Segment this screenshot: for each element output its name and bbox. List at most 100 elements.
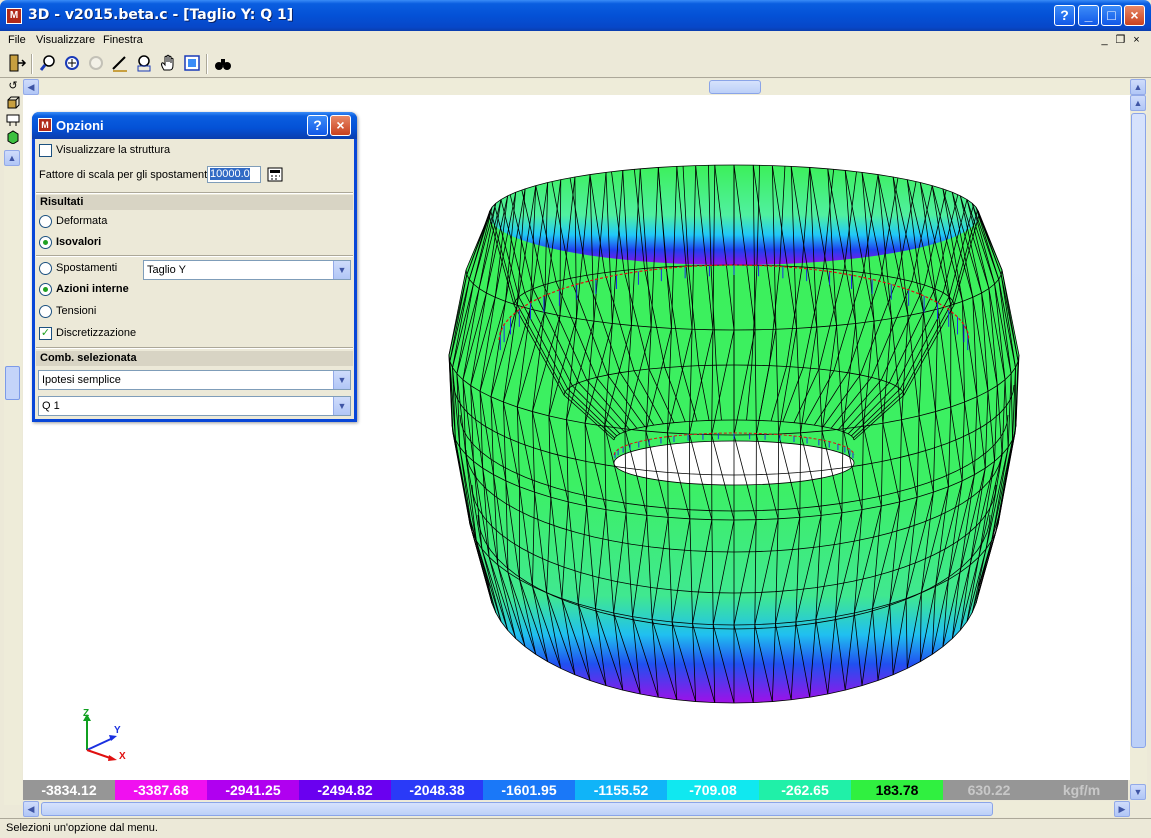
chevron-down-icon[interactable]: ▼	[333, 261, 350, 279]
legend-value: -709.08	[667, 780, 759, 800]
close-button[interactable]: ×	[1124, 5, 1145, 26]
bottom-horizontal-scrollbar[interactable]: ◀ ▶	[23, 801, 1130, 817]
color-scale-legend: -3834.12 -3387.68 -2941.25 -2494.82 -2048.38…	[23, 780, 1128, 800]
show-structure-label: Visualizzare la struttura	[56, 144, 171, 156]
menu-bar: File Visualizzare Finestra _ ❐ ×	[0, 31, 1151, 50]
combination-case-select[interactable]: Q 1 ▼	[38, 396, 351, 416]
left-scroll-strip[interactable]: ▲	[4, 150, 22, 805]
toolbar-separator	[206, 54, 208, 74]
discretization-label: Discretizzazione	[56, 327, 137, 339]
scroll-down-arrow-icon[interactable]: ▼	[1130, 784, 1146, 800]
window-title: 3D - v2015.beta.c - [Taglio Y: Q 1]	[28, 7, 294, 23]
status-bar: Selezioni un'opzione dal menu.	[0, 818, 1151, 838]
app-window: M 3D - v2015.beta.c - [Taglio Y: Q 1] ? …	[0, 0, 1151, 838]
measure-icon[interactable]	[109, 53, 131, 75]
legend-unit: kgf/m	[1062, 782, 1101, 798]
scroll-right-arrow-icon[interactable]: ▶	[1114, 801, 1130, 817]
divider	[36, 347, 353, 349]
menu-visualizzare[interactable]: Visualizzare	[36, 34, 95, 46]
combination-type-value: Ipotesi semplice	[42, 374, 121, 386]
rotate-icon[interactable]: ↺	[5, 79, 21, 95]
divider	[36, 192, 353, 194]
scroll-left-arrow-icon[interactable]: ◀	[23, 801, 39, 817]
toolbar	[0, 50, 1151, 78]
internal-actions-radio[interactable]	[39, 283, 52, 296]
legend-value: -3387.68	[115, 780, 207, 800]
results-header: Risultati	[36, 195, 353, 210]
zoom-all-icon[interactable]	[133, 53, 155, 75]
dialog-title: Opzioni	[56, 118, 104, 133]
displacements-label: Spostamenti	[56, 262, 118, 274]
divider	[36, 255, 353, 257]
minimize-button[interactable]: _	[1078, 5, 1099, 26]
legend-value: -1601.95	[483, 780, 575, 800]
legend-value: -2494.82	[299, 780, 391, 800]
left-scroll-thumb[interactable]	[5, 366, 20, 400]
maximize-button[interactable]: □	[1101, 5, 1122, 26]
combination-type-select[interactable]: Ipotesi semplice ▼	[38, 370, 351, 390]
zoom-window-icon[interactable]	[61, 53, 83, 75]
chevron-down-icon[interactable]: ▼	[333, 397, 350, 415]
scroll-up-arrow-icon[interactable]: ▲	[4, 150, 20, 166]
axis-y-label: Y	[114, 725, 121, 736]
isovalues-radio[interactable]	[39, 236, 52, 249]
right-vertical-scrollbar[interactable]: ▲ ▲ ▼	[1130, 79, 1147, 801]
title-bar[interactable]: M 3D - v2015.beta.c - [Taglio Y: Q 1] ? …	[0, 0, 1151, 31]
legend-value: -262.65	[759, 780, 851, 800]
legend-value: -1155.52	[575, 780, 667, 800]
right-scroll-thumb[interactable]	[1131, 113, 1146, 748]
legend-value: -2048.38	[391, 780, 483, 800]
help-button[interactable]: ?	[1054, 5, 1075, 26]
stresses-label: Tensioni	[56, 305, 97, 317]
binoculars-icon[interactable]	[212, 53, 234, 75]
top-scroll-thumb[interactable]	[709, 80, 761, 94]
dialog-title-bar[interactable]: M Opzioni ? ×	[32, 112, 357, 139]
legend-value: -3834.12	[23, 780, 115, 800]
deformed-label: Deformata	[56, 215, 108, 227]
zoom-icon[interactable]	[37, 53, 59, 75]
isovalues-label: Isovalori	[56, 236, 102, 248]
axis-x-label: X	[119, 751, 126, 762]
mdi-close-button[interactable]: ×	[1130, 34, 1143, 47]
deformed-radio[interactable]	[39, 215, 52, 228]
scale-factor-label: Fattore di scala per gli spostamenti	[39, 169, 210, 181]
chevron-down-icon[interactable]: ▼	[333, 371, 350, 389]
zoom-previous-icon[interactable]	[85, 53, 107, 75]
stresses-radio[interactable]	[39, 305, 52, 318]
quantity-select[interactable]: Taglio Y ▼	[143, 260, 351, 280]
dialog-help-button[interactable]: ?	[307, 115, 328, 136]
redraw-icon[interactable]	[181, 53, 203, 75]
side-toolbar: ↺	[4, 79, 22, 159]
menu-finestra[interactable]: Finestra	[103, 34, 143, 46]
scale-factor-value: 10000.0	[210, 168, 250, 180]
exit-icon[interactable]	[6, 53, 28, 75]
status-text: Selezioni un'opzione dal menu.	[6, 822, 158, 834]
internal-actions-label: Azioni interne	[56, 283, 129, 295]
combination-header: Comb. selezionata	[36, 351, 353, 366]
app-logo-icon[interactable]: M	[6, 8, 22, 24]
legend-value: 183.78	[851, 780, 943, 800]
pan-hand-icon[interactable]	[157, 53, 179, 75]
show-structure-checkbox[interactable]	[39, 144, 52, 157]
dialog-close-button[interactable]: ×	[330, 115, 351, 136]
shade-view-icon[interactable]	[5, 130, 21, 146]
mdi-minimize-button[interactable]: _	[1098, 34, 1111, 47]
displacements-radio[interactable]	[39, 262, 52, 275]
scroll-up-arrow-icon[interactable]: ▲	[1130, 95, 1146, 111]
calculator-icon[interactable]	[267, 167, 283, 182]
plane-view-icon[interactable]	[5, 113, 21, 129]
scroll-left-arrow-icon[interactable]: ◀	[23, 79, 39, 95]
top-horizontal-scrollbar[interactable]: ◀	[23, 79, 1130, 95]
legend-value: 630.22	[943, 780, 1035, 800]
discretization-checkbox[interactable]: ✓	[39, 327, 52, 340]
bottom-scroll-thumb[interactable]	[41, 802, 993, 816]
scroll-up-arrow-icon[interactable]: ▲	[1130, 79, 1146, 95]
options-dialog[interactable]: M Opzioni ? × Visualizzare la struttura …	[32, 112, 357, 422]
dialog-logo-icon: M	[38, 118, 52, 132]
menu-file[interactable]: File	[8, 34, 26, 46]
box-view-icon[interactable]	[5, 96, 21, 112]
mdi-restore-button[interactable]: ❐	[1114, 34, 1127, 47]
toolbar-separator	[31, 54, 33, 74]
legend-value: -2941.25	[207, 780, 299, 800]
scale-factor-input[interactable]: 10000.0	[207, 166, 261, 183]
